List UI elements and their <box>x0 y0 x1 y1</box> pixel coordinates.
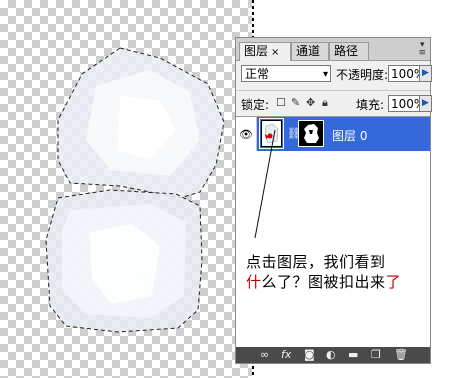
panel-bottom-bar: ∞ fx ◙ ◐ ▬ ❐ 🗑︎ <box>236 347 430 363</box>
opacity-slider-arrow-icon[interactable]: ▶ <box>419 65 432 82</box>
mask-icon[interactable]: ◙ <box>304 348 315 362</box>
ice-cube-selection <box>45 47 225 333</box>
blend-row: 正常 ▾ 不透明度: 100% ▶ <box>236 62 432 86</box>
fx-icon[interactable]: fx <box>281 348 291 362</box>
link-icon[interactable]: ∞ <box>260 348 269 362</box>
tab-layers[interactable]: 图层 × <box>239 42 291 61</box>
annotation-text: 点击图层，我们看到 什么了？图被扣出来了 <box>246 252 401 292</box>
lock-all-icon[interactable]: 🔒︎ <box>322 96 328 110</box>
blend-mode-select[interactable]: 正常 ▾ <box>241 65 331 82</box>
fill-input[interactable]: 100% <box>388 95 425 112</box>
lock-transparent-pixels-icon[interactable]: ☐ <box>276 96 286 109</box>
mask-shape <box>304 124 319 143</box>
new-layer-icon[interactable]: ❐ <box>371 348 381 362</box>
annotation-mid: 么了？图被扣出来 <box>261 273 386 291</box>
layer-name[interactable]: 图层 0 <box>332 127 367 144</box>
layers-panel: 图层 × 通道 路径 ▾ ≡ 正常 ▾ 不透明度: 100% ▶ 锁定: ☐ ✎ ✥… <box>235 37 432 364</box>
panel-tab-bar: 图层 × 通道 路径 ▾ ≡ <box>236 38 430 61</box>
annotation-line-1: 点击图层，我们看到 <box>246 253 386 271</box>
layer-row[interactable]: 👁︎ ⛓︎ 图层 0 <box>236 117 430 151</box>
group-folder-icon[interactable]: ▬ <box>348 348 358 362</box>
lock-position-icon[interactable]: ✥ <box>306 96 315 109</box>
thumbnail-image <box>264 123 279 144</box>
fill-slider-arrow-icon[interactable]: ▶ <box>419 95 432 112</box>
layers-list: 👁︎ ⛓︎ 图层 0 <box>236 116 430 348</box>
layer-mask-thumbnail[interactable] <box>298 120 324 147</box>
panel-menu-icon[interactable]: ▾ ≡ <box>418 41 426 58</box>
annotation-red-char-2: 了 <box>385 273 402 291</box>
fill-label: 填充: <box>356 98 385 112</box>
blend-mode-value: 正常 <box>245 67 270 81</box>
opacity-input[interactable]: 100% <box>388 65 425 82</box>
tab-channels-label: 通道 <box>296 44 321 58</box>
adjustment-icon[interactable]: ◐ <box>326 348 336 362</box>
tab-channels[interactable]: 通道 <box>291 42 329 60</box>
annotation-line-2: 什么了？图被扣出来了 <box>246 272 401 292</box>
chevron-down-icon: ▾ <box>322 69 328 80</box>
annotation-red-char-1: 什 <box>246 273 262 291</box>
opacity-label: 不透明度: <box>336 68 389 82</box>
trash-icon[interactable]: 🗑︎ <box>394 348 408 362</box>
tab-paths[interactable]: 路径 <box>329 42 369 60</box>
eye-icon: 👁︎ <box>239 128 253 141</box>
lock-row: 锁定: ☐ ✎ ✥ 🔒︎ 填充: 100% ▶ <box>236 90 432 115</box>
lock-label: 锁定: <box>241 98 270 112</box>
tab-close-icon[interactable]: × <box>271 47 279 58</box>
layer-thumbnail[interactable] <box>261 120 282 147</box>
document-canvas[interactable] <box>0 0 252 378</box>
visibility-toggle[interactable]: 👁︎ <box>236 117 257 151</box>
lock-image-pixels-icon[interactable]: ✎ <box>291 96 300 109</box>
tab-layers-label: 图层 <box>244 44 269 58</box>
tab-paths-label: 路径 <box>334 44 359 58</box>
